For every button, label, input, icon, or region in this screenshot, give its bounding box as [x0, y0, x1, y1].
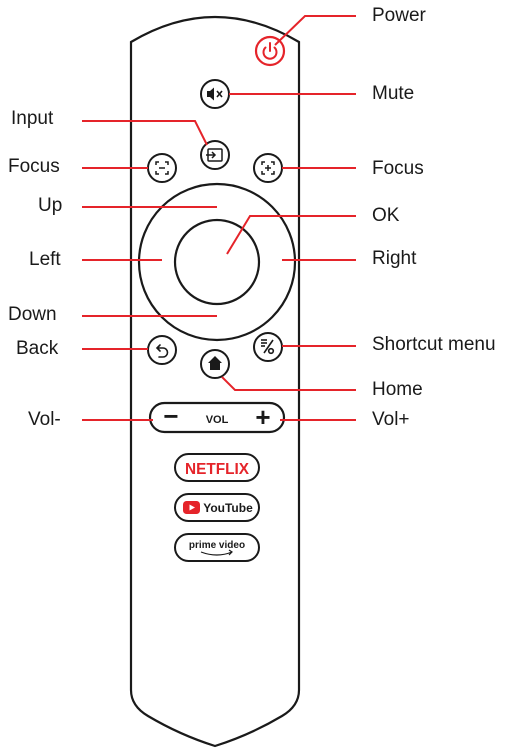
remote-drawing: − VOL + NETFLIX YouTube prime video — [82, 15, 356, 748]
focus-right-button[interactable] — [253, 153, 283, 183]
home-leader — [221, 376, 356, 391]
youtube-button[interactable]: YouTube — [174, 493, 260, 522]
label-left: Left — [29, 249, 61, 270]
youtube-play-icon — [183, 501, 200, 514]
netflix-button[interactable]: NETFLIX — [174, 453, 260, 482]
power-leader — [274, 15, 356, 46]
remote-body — [129, 15, 301, 748]
vol-minus-symbol[interactable]: − — [163, 401, 178, 431]
shortcut-menu-button[interactable] — [253, 332, 283, 362]
prime-video-logo: prime video — [189, 540, 245, 551]
label-vol-plus: Vol+ — [372, 409, 410, 430]
input-button[interactable] — [200, 140, 230, 170]
label-mute: Mute — [372, 83, 415, 104]
label-focus-left: Focus — [8, 156, 60, 177]
vol-label: VOL — [206, 414, 229, 426]
label-shortcut-menu: Shortcut menu — [372, 334, 496, 355]
label-right: Right — [372, 248, 417, 269]
label-power: Power — [372, 5, 426, 26]
netflix-logo: NETFLIX — [185, 461, 249, 478]
label-vol-minus: Vol- — [28, 409, 61, 430]
remote-diagram: − VOL + NETFLIX YouTube prime video Powe… — [0, 0, 523, 750]
label-home: Home — [372, 379, 423, 400]
input-leader — [82, 120, 208, 146]
label-up: Up — [38, 195, 63, 216]
ok-button[interactable] — [173, 218, 261, 306]
mute-button[interactable] — [200, 79, 230, 109]
label-input: Input — [11, 108, 54, 129]
home-button[interactable] — [200, 349, 230, 379]
prime-video-button[interactable]: prime video — [174, 533, 260, 562]
focus-left-button[interactable] — [147, 153, 177, 183]
vol-plus-symbol[interactable]: + — [255, 402, 270, 432]
label-focus-right: Focus — [372, 158, 424, 179]
label-ok: OK — [372, 205, 400, 226]
label-back: Back — [16, 338, 59, 359]
label-down: Down — [8, 304, 57, 325]
youtube-logo: YouTube — [203, 501, 253, 515]
back-button[interactable] — [147, 335, 177, 365]
